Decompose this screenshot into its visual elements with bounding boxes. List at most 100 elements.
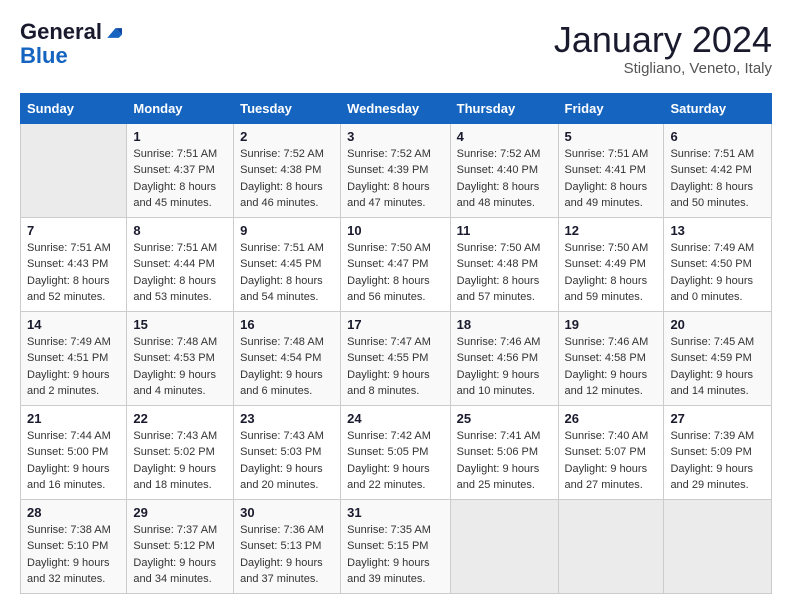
calendar-cell: 17 Sunrise: 7:47 AMSunset: 4:55 PMDayligh…: [341, 311, 451, 405]
day-info: Sunrise: 7:35 AMSunset: 5:15 PMDaylight:…: [347, 522, 444, 588]
day-info: Sunrise: 7:50 AMSunset: 4:48 PMDaylight:…: [457, 240, 552, 306]
day-info: Sunrise: 7:51 AMSunset: 4:45 PMDaylight:…: [240, 240, 334, 306]
day-number: 13: [670, 223, 765, 238]
day-info: Sunrise: 7:43 AMSunset: 5:02 PMDaylight:…: [133, 428, 227, 494]
day-number: 23: [240, 411, 334, 426]
day-number: 8: [133, 223, 227, 238]
page-header: GeneralBlue January 2024 Stigliano, Vene…: [20, 20, 772, 77]
calendar-cell: 18 Sunrise: 7:46 AMSunset: 4:56 PMDayligh…: [450, 311, 558, 405]
calendar-cell: 15 Sunrise: 7:48 AMSunset: 4:53 PMDayligh…: [127, 311, 234, 405]
day-info: Sunrise: 7:51 AMSunset: 4:37 PMDaylight:…: [133, 146, 227, 212]
day-info: Sunrise: 7:48 AMSunset: 4:53 PMDaylight:…: [133, 334, 227, 400]
week-row-4: 21 Sunrise: 7:44 AMSunset: 5:00 PMDayligh…: [21, 405, 772, 499]
day-info: Sunrise: 7:37 AMSunset: 5:12 PMDaylight:…: [133, 522, 227, 588]
day-info: Sunrise: 7:49 AMSunset: 4:50 PMDaylight:…: [670, 240, 765, 306]
day-number: 3: [347, 129, 444, 144]
day-info: Sunrise: 7:47 AMSunset: 4:55 PMDaylight:…: [347, 334, 444, 400]
location: Stigliano, Veneto, Italy: [554, 60, 772, 77]
day-info: Sunrise: 7:51 AMSunset: 4:41 PMDaylight:…: [565, 146, 658, 212]
day-info: Sunrise: 7:51 AMSunset: 4:43 PMDaylight:…: [27, 240, 120, 306]
day-info: Sunrise: 7:41 AMSunset: 5:06 PMDaylight:…: [457, 428, 552, 494]
calendar-cell: 22 Sunrise: 7:43 AMSunset: 5:02 PMDayligh…: [127, 405, 234, 499]
day-number: 28: [27, 505, 120, 520]
day-number: 22: [133, 411, 227, 426]
day-number: 5: [565, 129, 658, 144]
day-info: Sunrise: 7:52 AMSunset: 4:40 PMDaylight:…: [457, 146, 552, 212]
calendar-cell: 2 Sunrise: 7:52 AMSunset: 4:38 PMDaylight…: [234, 123, 341, 217]
day-info: Sunrise: 7:46 AMSunset: 4:58 PMDaylight:…: [565, 334, 658, 400]
calendar-cell: 26 Sunrise: 7:40 AMSunset: 5:07 PMDayligh…: [558, 405, 664, 499]
weekday-header-sunday: Sunday: [21, 93, 127, 123]
day-number: 21: [27, 411, 120, 426]
calendar-cell: [558, 499, 664, 593]
calendar-cell: 9 Sunrise: 7:51 AMSunset: 4:45 PMDaylight…: [234, 217, 341, 311]
weekday-header-tuesday: Tuesday: [234, 93, 341, 123]
calendar-cell: 24 Sunrise: 7:42 AMSunset: 5:05 PMDayligh…: [341, 405, 451, 499]
calendar-cell: 29 Sunrise: 7:37 AMSunset: 5:12 PMDayligh…: [127, 499, 234, 593]
weekday-header-friday: Friday: [558, 93, 664, 123]
day-number: 17: [347, 317, 444, 332]
logo-icon: [104, 26, 122, 40]
calendar-cell: 11 Sunrise: 7:50 AMSunset: 4:48 PMDayligh…: [450, 217, 558, 311]
day-info: Sunrise: 7:50 AMSunset: 4:49 PMDaylight:…: [565, 240, 658, 306]
day-info: Sunrise: 7:42 AMSunset: 5:05 PMDaylight:…: [347, 428, 444, 494]
weekday-header-wednesday: Wednesday: [341, 93, 451, 123]
calendar-cell: 27Sunrise: 7:39 AMSunset: 5:09 PMDayligh…: [664, 405, 772, 499]
weekday-header-saturday: Saturday: [664, 93, 772, 123]
day-number: 10: [347, 223, 444, 238]
week-row-2: 7 Sunrise: 7:51 AMSunset: 4:43 PMDaylight…: [21, 217, 772, 311]
calendar-cell: 8 Sunrise: 7:51 AMSunset: 4:44 PMDaylight…: [127, 217, 234, 311]
calendar-cell: 5 Sunrise: 7:51 AMSunset: 4:41 PMDaylight…: [558, 123, 664, 217]
day-number: 26: [565, 411, 658, 426]
day-number: 2: [240, 129, 334, 144]
day-number: 15: [133, 317, 227, 332]
day-number: 6: [670, 129, 765, 144]
day-info: Sunrise: 7:51 AMSunset: 4:44 PMDaylight:…: [133, 240, 227, 306]
calendar-cell: 19Sunrise: 7:46 AMSunset: 4:58 PMDayligh…: [558, 311, 664, 405]
day-info: Sunrise: 7:49 AMSunset: 4:51 PMDaylight:…: [27, 334, 120, 400]
calendar-cell: 23Sunrise: 7:43 AMSunset: 5:03 PMDayligh…: [234, 405, 341, 499]
calendar-cell: 1 Sunrise: 7:51 AMSunset: 4:37 PMDaylight…: [127, 123, 234, 217]
day-info: Sunrise: 7:39 AMSunset: 5:09 PMDaylight:…: [670, 428, 765, 494]
weekday-header-thursday: Thursday: [450, 93, 558, 123]
day-info: Sunrise: 7:40 AMSunset: 5:07 PMDaylight:…: [565, 428, 658, 494]
day-number: 30: [240, 505, 334, 520]
calendar-cell: 13 Sunrise: 7:49 AMSunset: 4:50 PMDayligh…: [664, 217, 772, 311]
month-title: January 2024: [554, 20, 772, 60]
day-number: 20: [670, 317, 765, 332]
calendar-cell: 7 Sunrise: 7:51 AMSunset: 4:43 PMDaylight…: [21, 217, 127, 311]
day-number: 14: [27, 317, 120, 332]
weekday-header-monday: Monday: [127, 93, 234, 123]
day-number: 7: [27, 223, 120, 238]
logo-text: GeneralBlue: [20, 20, 122, 68]
day-info: Sunrise: 7:46 AMSunset: 4:56 PMDaylight:…: [457, 334, 552, 400]
calendar-cell: 4 Sunrise: 7:52 AMSunset: 4:40 PMDaylight…: [450, 123, 558, 217]
day-info: Sunrise: 7:48 AMSunset: 4:54 PMDaylight:…: [240, 334, 334, 400]
day-info: Sunrise: 7:51 AMSunset: 4:42 PMDaylight:…: [670, 146, 765, 212]
calendar-cell: 14 Sunrise: 7:49 AMSunset: 4:51 PMDayligh…: [21, 311, 127, 405]
day-number: 4: [457, 129, 552, 144]
day-number: 24: [347, 411, 444, 426]
day-number: 31: [347, 505, 444, 520]
calendar-cell: [664, 499, 772, 593]
title-block: January 2024 Stigliano, Veneto, Italy: [554, 20, 772, 77]
day-info: Sunrise: 7:45 AMSunset: 4:59 PMDaylight:…: [670, 334, 765, 400]
day-number: 29: [133, 505, 227, 520]
day-info: Sunrise: 7:36 AMSunset: 5:13 PMDaylight:…: [240, 522, 334, 588]
day-number: 9: [240, 223, 334, 238]
week-row-5: 28Sunrise: 7:38 AMSunset: 5:10 PMDayligh…: [21, 499, 772, 593]
day-info: Sunrise: 7:44 AMSunset: 5:00 PMDaylight:…: [27, 428, 120, 494]
calendar-cell: 31 Sunrise: 7:35 AMSunset: 5:15 PMDayligh…: [341, 499, 451, 593]
calendar-table: SundayMondayTuesdayWednesdayThursdayFrid…: [20, 93, 772, 594]
day-number: 18: [457, 317, 552, 332]
calendar-cell: [21, 123, 127, 217]
calendar-cell: 16Sunrise: 7:48 AMSunset: 4:54 PMDayligh…: [234, 311, 341, 405]
calendar-cell: 25Sunrise: 7:41 AMSunset: 5:06 PMDayligh…: [450, 405, 558, 499]
day-info: Sunrise: 7:52 AMSunset: 4:38 PMDaylight:…: [240, 146, 334, 212]
day-number: 1: [133, 129, 227, 144]
calendar-cell: 10Sunrise: 7:50 AMSunset: 4:47 PMDayligh…: [341, 217, 451, 311]
day-number: 12: [565, 223, 658, 238]
calendar-cell: [450, 499, 558, 593]
calendar-cell: 3Sunrise: 7:52 AMSunset: 4:39 PMDaylight…: [341, 123, 451, 217]
day-number: 11: [457, 223, 552, 238]
